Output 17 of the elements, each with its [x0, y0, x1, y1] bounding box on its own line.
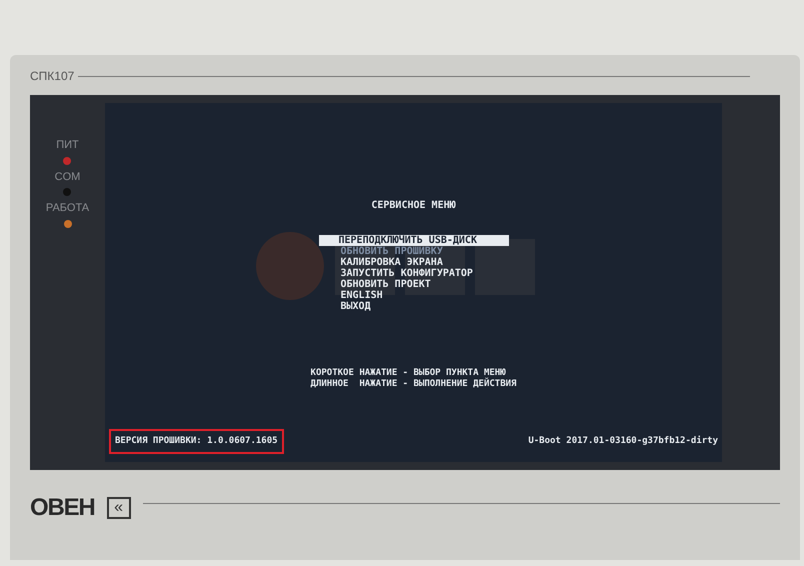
hint-text: ДЛИННОЕ НАЖАТИЕ - ВЫПОЛНЕНИЕ ДЕЙСТВИЯ — [310, 379, 516, 390]
indicator-label: ПИТ — [56, 138, 79, 153]
indicator-label: РАБОТА — [46, 201, 90, 216]
hint-text: КОРОТКОЕ НАЖАТИЕ - ВЫБОР ПУНКТА МЕНЮ — [310, 368, 506, 378]
menu-item[interactable]: ОБНОВИТЬ ПРОЕКТ — [328, 279, 498, 290]
back-key[interactable]: « — [106, 497, 131, 519]
model-label: СПК107 — [30, 68, 74, 85]
menu-item[interactable]: КАЛИБРОВКА ЭКРАНА — [328, 257, 498, 268]
menu-item[interactable]: ПЕРЕПОДКЛЮЧИТЬ USB-ДИСК — [318, 235, 508, 246]
bootloader-version: U-Boot 2017.01-03160-g37bfb12-dirty — [528, 434, 718, 448]
firmware-version: ВЕРСИЯ ПРОШИВКИ: 1.0.0607.1605 — [109, 428, 284, 454]
menu-item[interactable]: ВЫХОД — [328, 301, 498, 312]
menu-item[interactable]: ENGLISH — [328, 290, 498, 301]
menu-title: СЕРВИСНОЕ МЕНЮ — [371, 199, 456, 213]
menu-item[interactable]: ЗАПУСТИТЬ КОНФИГУРАТОР — [328, 268, 498, 279]
brand-logo: ОВЕН — [30, 493, 95, 523]
indicator-label: COM — [54, 170, 80, 184]
